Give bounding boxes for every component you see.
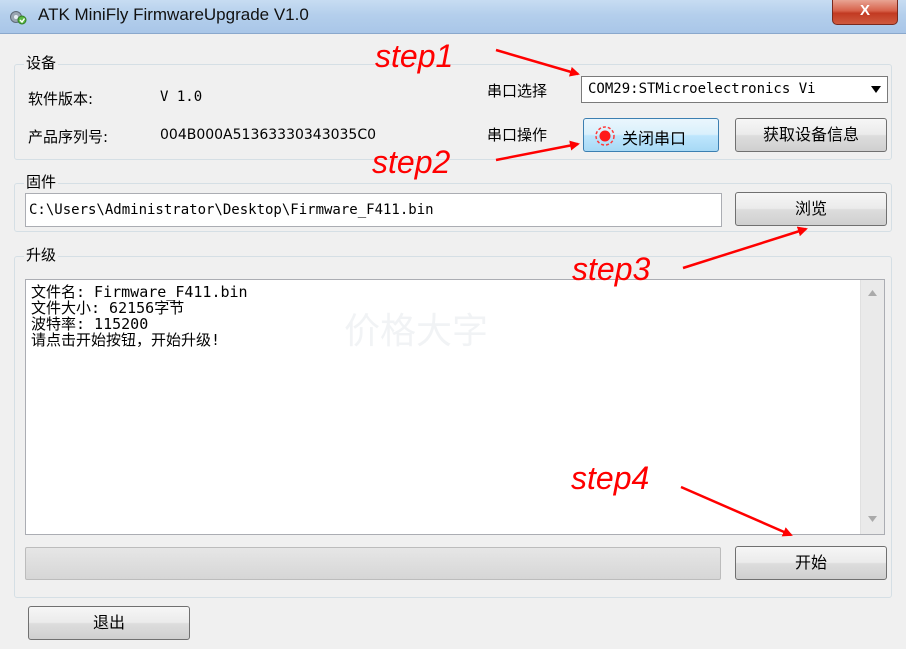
window-title: ATK MiniFly FirmwareUpgrade V1.0: [38, 5, 309, 24]
browse-button[interactable]: 浏览: [735, 192, 887, 226]
close-icon: X: [859, 2, 870, 19]
close-port-label: 关闭串口: [622, 129, 687, 148]
log-text: 文件名: Firmware_F411.bin 文件大小: 62156字节 波特率…: [31, 284, 248, 348]
serial-number-label: 产品序列号:: [28, 128, 109, 146]
step2-annotation: step2: [372, 144, 451, 180]
start-label: 开始: [794, 553, 827, 572]
port-operation-label: 串口操作: [487, 126, 548, 144]
software-version-label: 软件版本:: [28, 90, 94, 108]
log-scrollbar[interactable]: [860, 280, 884, 534]
firmware-path-field[interactable]: C:\Users\Administrator\Desktop\Firmware_…: [25, 193, 722, 227]
exit-label: 退出: [92, 613, 125, 632]
log-line-prompt: 请点击开始按钮，开始升级!: [31, 331, 221, 349]
get-device-info-button[interactable]: 获取设备信息: [735, 118, 887, 152]
upgrade-group-label: 升级: [24, 244, 59, 265]
serial-number-value: 004B000A51363330343035C0: [160, 127, 377, 143]
record-red-icon: [595, 126, 615, 146]
port-select-label: 串口选择: [487, 82, 548, 100]
close-port-button[interactable]: 关闭串口: [583, 118, 719, 152]
software-version-value: V 1.0: [160, 89, 203, 105]
step3-annotation: step3: [572, 251, 651, 287]
close-window-button[interactable]: X: [832, 0, 898, 25]
scroll-up-arrow-icon[interactable]: [868, 290, 877, 296]
log-line-baudrate: 波特率: 115200: [31, 315, 149, 333]
log-line-filename: 文件名: Firmware_F411.bin: [31, 283, 248, 301]
app-gear-icon: [10, 11, 27, 25]
device-group-label: 设备: [24, 52, 59, 73]
step1-annotation: step1: [375, 38, 454, 74]
title-bar[interactable]: ATK MiniFly FirmwareUpgrade V1.0 X: [0, 0, 906, 34]
get-device-info-label: 获取设备信息: [762, 125, 859, 144]
watermark-text: 价格大字: [344, 311, 489, 352]
log-line-filesize: 文件大小: 62156字节: [31, 299, 185, 317]
start-button[interactable]: 开始: [735, 546, 887, 580]
browse-label: 浏览: [794, 199, 827, 218]
exit-button[interactable]: 退出: [28, 606, 190, 640]
port-select-dropdown[interactable]: COM29:STMicroelectronics Vi: [581, 76, 888, 103]
scroll-down-arrow-icon[interactable]: [868, 516, 877, 522]
app-window: ATK MiniFly FirmwareUpgrade V1.0 X 设备 软件…: [0, 0, 906, 649]
firmware-group-label: 固件: [24, 171, 59, 192]
firmware-path-value: C:\Users\Administrator\Desktop\Firmware_…: [29, 202, 434, 218]
dropdown-arrow-icon: [871, 86, 881, 93]
upgrade-progress-bar: [25, 547, 721, 580]
upgrade-log-area[interactable]: 文件名: Firmware_F411.bin 文件大小: 62156字节 波特率…: [25, 279, 885, 535]
step4-annotation: step4: [571, 460, 650, 496]
port-select-value: COM29:STMicroelectronics Vi: [588, 81, 816, 97]
